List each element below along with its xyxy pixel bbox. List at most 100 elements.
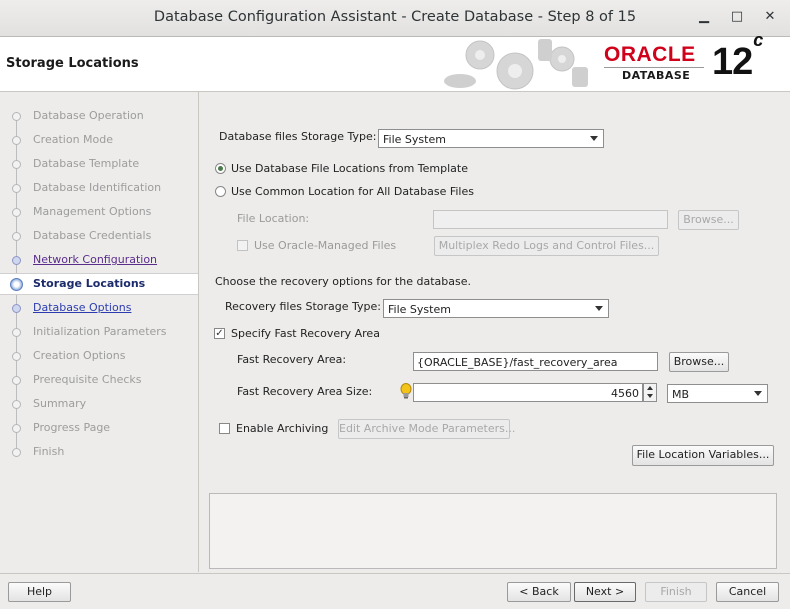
step-summary: Summary [0,394,198,414]
step-dot-icon [12,256,21,265]
step-label: Database Operation [33,109,144,122]
step-current-icon [10,278,23,291]
step-dot-icon [12,376,21,385]
version-suffix: c [753,30,763,51]
chevron-down-icon [590,136,598,141]
file-location-browse-button[interactable]: Browse... [678,210,739,230]
fra-size-value: 4560 [611,387,639,400]
oracle-database-text: DATABASE [622,69,691,82]
recovery-intro-text: Choose the recovery options for the data… [215,275,471,288]
step-dot-icon [12,112,21,121]
version-badge: 12c [712,30,763,84]
db-storage-type-select[interactable]: File System [378,129,604,148]
step-network-configuration[interactable]: Network Configuration [0,250,198,270]
window-titlebar[interactable]: Database Configuration Assistant - Creat… [0,0,790,37]
recovery-storage-type-select[interactable]: File System [383,299,609,318]
step-creation-mode: Creation Mode [0,130,198,150]
use-omf-label[interactable]: Use Oracle-Managed Files [254,239,396,252]
fra-input-value: {ORACLE_BASE}/fast_recovery_area [417,356,618,369]
fra-size-unit-value: MB [672,388,690,401]
minimize-icon[interactable]: ▁ [696,9,712,25]
db-storage-type-value: File System [383,133,446,146]
enable-archiving-checkbox[interactable] [219,423,230,434]
file-location-label: File Location: [237,212,310,225]
edit-archive-mode-button[interactable]: Edit Archive Mode Parameters... [338,419,515,439]
step-dot-icon [12,424,21,433]
back-button[interactable]: < Back [507,582,571,602]
step-label: Prerequisite Checks [33,373,142,386]
version-number: 12 [712,41,753,83]
step-dot-icon [12,304,21,313]
fra-label: Fast Recovery Area: [237,353,347,366]
recovery-storage-type-label: Recovery files Storage Type: [225,300,381,313]
oracle-logo: ORACLE DATABASE [604,43,706,83]
step-storage-locations[interactable]: Storage Locations [0,273,198,295]
fra-size-unit-select[interactable]: MB [667,384,768,403]
oracle-brand-text: ORACLE [604,43,696,66]
step-label: Initialization Parameters [33,325,167,338]
step-label: Storage Locations [33,277,146,290]
step-label: Management Options [33,205,152,218]
step-initialization-parameters: Initialization Parameters [0,322,198,342]
step-dot-icon [12,232,21,241]
message-area [209,493,777,569]
step-label[interactable]: Network Configuration [33,253,157,266]
step-dot-icon [12,208,21,217]
step-dot-icon [12,160,21,169]
fra-size-input[interactable]: 4560 [413,383,643,402]
step-label: Creation Mode [33,133,114,146]
step-label: Database Credentials [33,229,152,242]
step-dot-icon [12,136,21,145]
specify-fra-checkbox[interactable]: ✓ [214,328,225,339]
radio-use-template-locations[interactable] [215,163,226,174]
spinner-up-icon[interactable] [647,386,653,390]
chevron-down-icon [754,391,762,396]
step-label: Progress Page [33,421,111,434]
multiplex-redo-logs-button[interactable]: Multiplex Redo Logs and Control Files... [434,236,659,256]
finish-button[interactable]: Finish [645,582,707,602]
file-location-variables-button[interactable]: File Location Variables... [632,445,774,466]
next-button[interactable]: Next > [574,582,636,602]
step-prerequisite-checks: Prerequisite Checks [0,370,198,390]
fra-input[interactable]: {ORACLE_BASE}/fast_recovery_area [413,352,658,371]
gears-illustration-icon [444,39,588,90]
step-database-operation: Database Operation [0,106,198,126]
specify-fra-label[interactable]: Specify Fast Recovery Area [231,327,380,340]
radio-use-template-locations-label[interactable]: Use Database File Locations from Templat… [231,162,468,175]
use-omf-checkbox[interactable] [237,240,248,251]
help-button[interactable]: Help [8,582,71,602]
step-label: Database Identification [33,181,162,194]
step-database-template: Database Template [0,154,198,174]
close-icon[interactable]: ✕ [762,9,778,25]
lightbulb-hint-icon[interactable] [400,383,412,399]
step-creation-options: Creation Options [0,346,198,366]
fra-size-spinner[interactable] [643,383,657,402]
step-dot-icon [12,352,21,361]
maximize-icon[interactable]: □ [729,9,745,25]
step-dot-icon [12,328,21,337]
radio-use-common-location[interactable] [215,186,226,197]
page-title: Storage Locations [6,56,139,71]
step-dot-icon [12,400,21,409]
recovery-storage-type-value: File System [388,303,451,316]
window-title: Database Configuration Assistant - Creat… [153,9,637,25]
radio-use-common-location-label[interactable]: Use Common Location for All Database Fil… [231,185,474,198]
step-label[interactable]: Database Options [33,301,131,314]
step-dot-icon [12,184,21,193]
fra-browse-button[interactable]: Browse... [669,352,729,372]
step-label: Creation Options [33,349,126,362]
step-progress-page: Progress Page [0,418,198,438]
step-label: Database Template [33,157,140,170]
chevron-down-icon [595,306,603,311]
step-label: Summary [33,397,87,410]
step-dot-icon [12,448,21,457]
spinner-down-icon[interactable] [647,394,653,398]
step-database-options[interactable]: Database Options [0,298,198,318]
db-storage-type-label: Database files Storage Type: [219,130,377,143]
step-navigation: Database Operation Creation Mode Databas… [0,92,199,572]
enable-archiving-label[interactable]: Enable Archiving [236,422,328,435]
step-database-credentials: Database Credentials [0,226,198,246]
step-finish: Finish [0,442,198,462]
cancel-button[interactable]: Cancel [716,582,779,602]
file-location-input[interactable] [433,210,668,229]
